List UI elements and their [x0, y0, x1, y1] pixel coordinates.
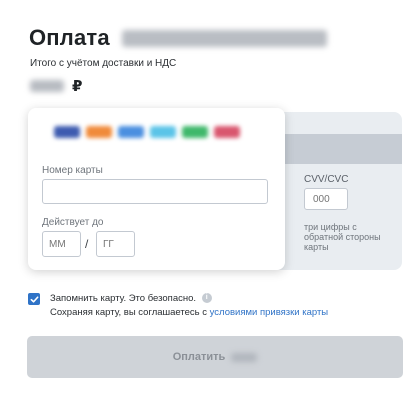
amount-value-redacted	[30, 80, 64, 92]
currency-symbol: ₽	[72, 78, 83, 95]
jcb-logo-icon	[214, 126, 240, 138]
check-icon	[30, 295, 38, 303]
card-front: Номер карты Действует до /	[28, 108, 285, 270]
page-title: Оплата	[29, 25, 110, 50]
cvv-hint: три цифры с обратной стороны карты	[304, 222, 381, 252]
page-header: Оплата	[29, 24, 327, 52]
card-number-label: Номер карты	[42, 165, 103, 176]
merchant-name-redacted	[121, 29, 327, 47]
info-icon[interactable]: i	[201, 293, 212, 304]
pay-button-label: Оплатить	[172, 351, 226, 363]
card-binding-terms-link[interactable]: условиями привязки карты	[210, 307, 328, 318]
maestro-logo-icon	[118, 126, 144, 138]
consent-text: Сохраняя карту, вы соглашаетесь с	[50, 307, 208, 318]
unionpay-logo-icon	[182, 126, 208, 138]
mir-logo-icon	[150, 126, 176, 138]
payment-system-logos	[54, 126, 240, 138]
pay-amount-redacted	[231, 352, 258, 362]
remember-card-option: Запомнить карту. Это безопасно. i Сохран…	[28, 292, 328, 320]
total-amount: ₽	[30, 77, 82, 95]
expiry-year-input[interactable]	[96, 231, 135, 257]
card-number-input[interactable]	[42, 179, 268, 204]
remember-card-checkbox[interactable]	[28, 293, 40, 305]
cvv-label: CVV/CVC	[304, 174, 349, 185]
visa-logo-icon	[54, 126, 80, 138]
date-separator: /	[85, 237, 89, 251]
valid-thru-label: Действует до	[42, 217, 104, 228]
pay-button[interactable]: Оплатить	[27, 336, 403, 378]
total-label: Итого с учётом доставки и НДС	[30, 58, 177, 69]
cvv-input[interactable]	[304, 188, 348, 210]
expiry-month-input[interactable]	[42, 231, 81, 257]
mastercard-logo-icon	[86, 126, 112, 138]
remember-card-label: Запомнить карту. Это безопасно.	[50, 293, 197, 304]
remember-card-text: Запомнить карту. Это безопасно. i Сохран…	[50, 292, 328, 320]
